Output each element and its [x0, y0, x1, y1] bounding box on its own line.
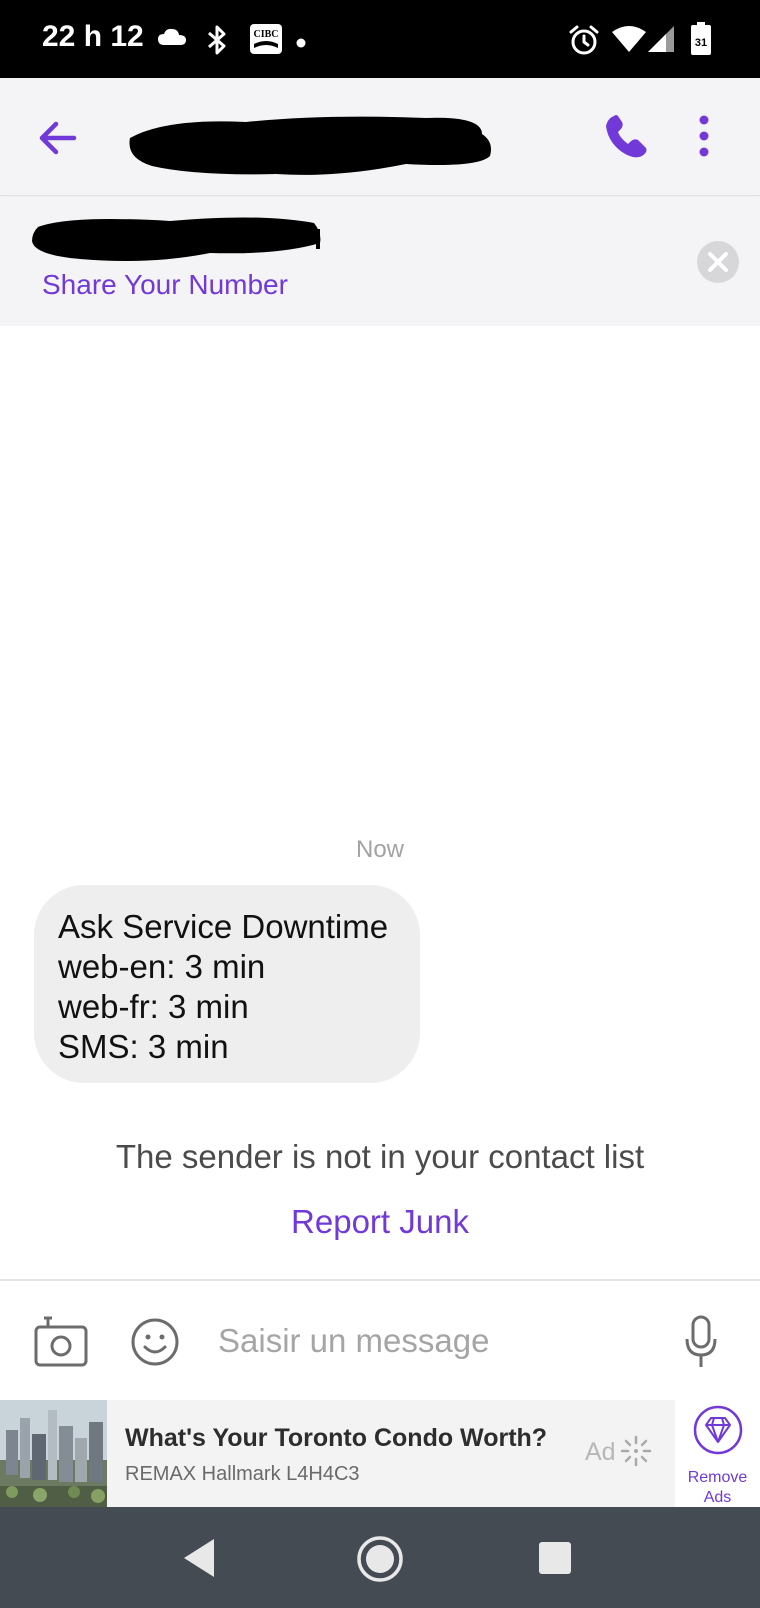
emoji-icon[interactable]	[130, 1317, 180, 1367]
status-time: 22 h 12	[42, 20, 144, 53]
ad-subtext: REMAX Hallmark L4H4C3	[125, 1463, 360, 1485]
report-junk-link[interactable]: Report Junk	[0, 1203, 760, 1241]
status-bar: 22 h 12 CIBC 31	[0, 0, 760, 78]
cibc-icon: CIBC	[250, 24, 282, 59]
message-line: Ask Service Downtime	[58, 908, 389, 945]
message-timestamp: Now	[355, 836, 404, 863]
remove-ads-button[interactable]: Remove Ads	[675, 1400, 760, 1507]
battery-level-label: 31	[695, 37, 707, 49]
diamond-icon	[692, 1404, 744, 1461]
ad-image-city-skyline[interactable]	[0, 1400, 107, 1507]
arrow-left-icon[interactable]	[34, 114, 82, 162]
ad-content[interactable]: What's Your Toronto Condo Worth? REMAX H…	[107, 1400, 675, 1507]
share-number-banner: Share Your Number	[0, 197, 760, 326]
message-line: web-en: 3 min	[58, 948, 266, 985]
nav-recents-icon[interactable]	[538, 1541, 572, 1580]
message-composer	[0, 1279, 760, 1400]
message-bubble[interactable]: Ask Service Downtime web-en: 3 min web-f…	[34, 885, 420, 1083]
message-input[interactable]	[216, 1309, 636, 1373]
message-line: SMS: 3 min	[58, 1028, 229, 1065]
microphone-icon[interactable]	[684, 1315, 718, 1369]
cloud-icon	[158, 28, 186, 51]
ad-badge: Ad	[585, 1438, 616, 1466]
battery-icon: 31	[690, 22, 712, 61]
message-line: web-fr: 3 min	[58, 988, 249, 1025]
signal-icon	[648, 26, 674, 57]
nav-home-icon[interactable]	[356, 1535, 404, 1588]
ad-headline[interactable]: What's Your Toronto Condo Worth?	[125, 1424, 547, 1453]
share-number-link[interactable]: Share Your Number	[42, 269, 288, 301]
redacted-contact-name	[30, 211, 330, 272]
camera-icon[interactable]	[34, 1315, 88, 1367]
bluetooth-icon	[206, 24, 228, 61]
more-vertical-icon[interactable]	[692, 110, 716, 162]
adchoices-icon[interactable]	[619, 1434, 653, 1468]
wifi-icon	[612, 26, 646, 57]
phone-icon[interactable]	[600, 110, 652, 162]
alarm-icon	[568, 24, 600, 61]
ad-banner[interactable]: What's Your Toronto Condo Worth? REMAX H…	[0, 1400, 760, 1507]
remove-ads-label: Remove Ads	[687, 1469, 748, 1506]
conversation-header	[0, 78, 760, 196]
close-icon[interactable]	[697, 241, 739, 283]
cibc-label: CIBC	[253, 29, 278, 40]
sender-not-in-contacts-notice: The sender is not in your contact list	[115, 1138, 645, 1175]
nav-back-icon[interactable]	[180, 1537, 220, 1584]
dot-icon	[296, 35, 306, 53]
system-navigation-bar	[0, 1507, 760, 1608]
contact-title-redacted[interactable]	[126, 112, 506, 187]
